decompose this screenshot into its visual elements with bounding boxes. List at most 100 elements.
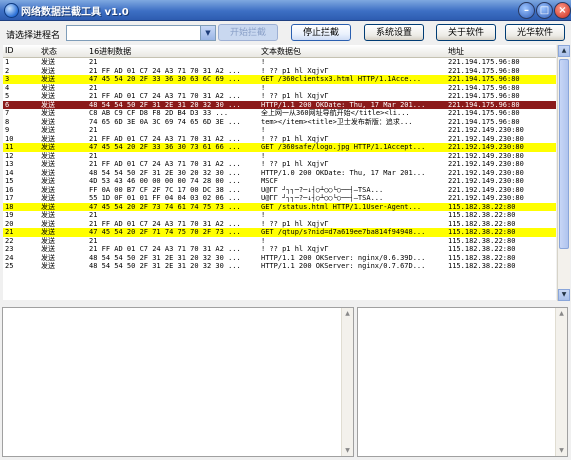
cell-text: HTTP/1.1 200 OKServer: nginx/0.6.39D...: [261, 253, 426, 262]
cell-address: 221.194.175.96:80: [448, 100, 520, 109]
table-row[interactable]: 1 发送 21! 221.194.175.96:80: [3, 58, 556, 67]
start-capture-button[interactable]: 开始拦截: [218, 24, 278, 41]
scroll-down-icon[interactable]: ▼: [556, 445, 567, 456]
table-row[interactable]: 20 发送 21 FF AD 01 C7 24 A3 71 70 31 A2 ...…: [3, 220, 556, 229]
app-icon: [4, 3, 19, 18]
packet-list-scrollbar[interactable]: ▲ ▼: [557, 45, 570, 301]
table-row[interactable]: 4 发送 21! 221.194.175.96:80: [3, 84, 556, 93]
col-header-text[interactable]: 文本数据包: [261, 46, 301, 57]
cell-id: 19: [5, 211, 14, 219]
cell-text: ! ?? p1 hl XqjvΓ: [261, 66, 329, 75]
close-button[interactable]: ×: [554, 2, 571, 19]
cell-status: 发送: [41, 143, 55, 151]
cell-text: U@ΓΓ ┘┐┐─?─↓┤○┴○○└○──┤—TSA...: [261, 194, 384, 202]
cell-hex: 48 54 54 50 2F 31 2E 30 20 32 30 ...: [89, 168, 241, 177]
cell-id: 22: [5, 236, 14, 245]
table-row[interactable]: 2 发送 21 FF AD 01 C7 24 A3 71 70 31 A2 ...!…: [3, 67, 556, 76]
table-row[interactable]: 24 发送 48 54 54 50 2F 31 2E 31 20 32 30 ...…: [3, 254, 556, 263]
cell-hex: 48 54 54 50 2F 31 2E 31 20 32 30 ...: [89, 262, 241, 270]
col-header-id[interactable]: ID: [5, 46, 14, 55]
cell-id: 1: [5, 58, 10, 66]
cell-id: 16: [5, 185, 14, 194]
table-row[interactable]: 3 发送 47 45 54 20 2F 33 36 30 63 6C 69 ... G…: [3, 75, 556, 84]
guanghua-software-button[interactable]: 光华软件: [505, 24, 565, 41]
col-header-hex[interactable]: 16进制数据: [89, 46, 131, 57]
table-row[interactable]: 11 发送 47 45 54 20 2F 33 36 30 73 61 66 ...…: [3, 143, 556, 152]
table-row[interactable]: 13 发送 21 FF AD 01 C7 24 A3 71 70 31 A2 ...…: [3, 160, 556, 169]
table-row[interactable]: 25 发送 48 54 54 50 2F 31 2E 31 20 32 30 ...…: [3, 262, 556, 271]
system-settings-button[interactable]: 系统设置: [364, 24, 424, 41]
scroll-thumb[interactable]: [559, 59, 569, 249]
chevron-down-icon[interactable]: ▼: [200, 26, 215, 40]
cell-address: 221.192.149.230:80: [448, 194, 524, 202]
cell-address: 115.182.38.22:80: [448, 228, 516, 236]
scroll-up-icon[interactable]: ▲: [558, 45, 570, 57]
process-select[interactable]: ▼: [66, 25, 216, 41]
scroll-up-icon[interactable]: ▲: [342, 308, 353, 319]
col-header-address[interactable]: 地址: [448, 46, 464, 57]
maximize-button[interactable]: □: [536, 2, 553, 19]
cell-id: 5: [5, 92, 10, 100]
scroll-down-icon[interactable]: ▼: [342, 445, 353, 456]
cell-status: 发送: [41, 185, 55, 194]
packet-list[interactable]: 1 发送 21! 221.194.175.96:80 2 发送 21 FF AD 01 C7…: [3, 58, 556, 300]
stop-capture-button[interactable]: 停止拦截: [291, 24, 351, 41]
table-row[interactable]: 18 发送 47 45 54 20 2F 73 74 61 74 75 73 ...…: [3, 202, 556, 211]
cell-id: 21: [5, 228, 14, 236]
cell-id: 10: [5, 134, 14, 143]
cell-status: 发送: [41, 75, 55, 83]
cell-hex: 21 FF AD 01 C7 24 A3 71 70 31 A2 ...: [89, 134, 241, 143]
table-row[interactable]: 23 发送 21 FF AD 01 C7 24 A3 71 70 31 A2 ...…: [3, 245, 556, 254]
hex-detail-panel[interactable]: ▲ ▼: [2, 307, 354, 457]
table-row[interactable]: 5 发送 21 FF AD 01 C7 24 A3 71 70 31 A2 ...!…: [3, 92, 556, 101]
cell-status: 发送: [41, 219, 55, 228]
table-row[interactable]: 6 发送 48 54 54 50 2F 31 2E 31 20 32 30 ... H…: [3, 100, 556, 109]
cell-id: 14: [5, 168, 14, 177]
cell-status: 发送: [41, 160, 55, 168]
cell-text: ! ?? p1 hl XqjvΓ: [261, 134, 329, 143]
cell-id: 8: [5, 117, 10, 126]
cell-text: GET /qtup/s?nid=d7a619ee7ba814f94948...: [261, 228, 426, 236]
cell-status: 发送: [41, 177, 55, 185]
table-row[interactable]: 15 发送 4D 53 43 46 00 00 00 00 74 28 00 ...…: [3, 177, 556, 186]
table-row[interactable]: 17 发送 55 1D 0F 01 01 FF 04 04 03 02 06 ...…: [3, 194, 556, 203]
table-row[interactable]: 16 发送 FF 0A 00 B7 CF 2F 7C 17 00 DC 38 ...…: [3, 186, 556, 195]
cell-text: HTTP/1.1 200 OKDate: Thu, 17 Mar 201...: [261, 100, 426, 109]
cell-address: 221.192.149.230:80: [448, 126, 524, 134]
table-row[interactable]: 7 发送 C8 AB C9 CF D8 F8 2D B4 D3 33 ... 全上网一…: [3, 109, 556, 118]
cell-address: 221.194.175.96:80: [448, 75, 520, 83]
table-row[interactable]: 22 发送 21! 115.182.38.22:80: [3, 237, 556, 246]
cell-id: 24: [5, 253, 14, 262]
cell-id: 23: [5, 245, 14, 253]
table-row[interactable]: 14 发送 48 54 54 50 2F 31 2E 30 20 32 30 ...…: [3, 169, 556, 178]
about-button[interactable]: 关于软件: [436, 24, 496, 41]
table-row[interactable]: 10 发送 21 FF AD 01 C7 24 A3 71 70 31 A2 ...…: [3, 135, 556, 144]
minimize-button[interactable]: –: [518, 2, 535, 19]
toolbar: 请选择进程名 ▼ 开始拦截 停止拦截 系统设置 关于软件 光华软件: [0, 22, 571, 44]
cell-status: 发送: [41, 211, 55, 219]
table-row[interactable]: 12 发送 21! 221.192.149.230:80: [3, 152, 556, 161]
cell-address: 221.194.175.96:80: [448, 117, 520, 126]
scroll-up-icon[interactable]: ▲: [556, 308, 567, 319]
table-row[interactable]: 19 发送 21! 115.182.38.22:80: [3, 211, 556, 220]
cell-text: !: [261, 211, 266, 219]
hex-detail-scrollbar[interactable]: ▲ ▼: [341, 308, 353, 456]
table-row[interactable]: 21 发送 47 45 54 20 2F 71 74 75 70 2F 73 ...…: [3, 228, 556, 237]
table-row[interactable]: 9 发送 21! 221.192.149.230:80: [3, 126, 556, 135]
cell-hex: 21: [89, 83, 98, 92]
cell-text: GET /360safe/logo.jpg HTTP/1.1Accept...: [261, 143, 426, 151]
table-row[interactable]: 8 发送 74 65 6D 3E 0A 3C 69 74 65 6D 3E ... t…: [3, 118, 556, 127]
cell-status: 发送: [41, 66, 55, 75]
cell-address: 115.182.38.22:80: [448, 219, 516, 228]
text-detail-panel[interactable]: ▲ ▼: [357, 307, 568, 457]
cell-status: 发送: [41, 194, 55, 202]
cell-status: 发送: [41, 83, 55, 92]
cell-address: 221.192.149.230:80: [448, 168, 524, 177]
cell-text: ! ?? p1 hl XqjvΓ: [261, 219, 329, 228]
scroll-down-icon[interactable]: ▼: [558, 289, 570, 301]
col-header-status[interactable]: 状态: [41, 46, 57, 57]
text-detail-scrollbar[interactable]: ▲ ▼: [555, 308, 567, 456]
cell-text: !: [261, 83, 266, 92]
cell-address: 221.192.149.230:80: [448, 143, 524, 151]
cell-id: 2: [5, 66, 10, 75]
